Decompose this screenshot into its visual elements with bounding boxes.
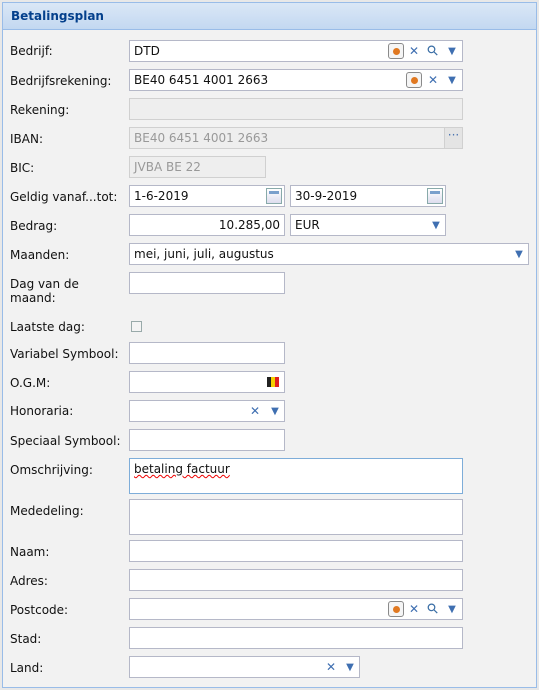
postcode-dropdown-button[interactable]: ▼	[443, 599, 461, 619]
geldig-from-field[interactable]: 1-6-2019	[129, 185, 285, 207]
chevron-down-icon: ▼	[448, 74, 456, 86]
variabel-field[interactable]	[129, 342, 285, 364]
reset-icon	[388, 601, 404, 617]
iban-more-button[interactable]: ···	[444, 128, 462, 148]
bedrijfsrekening-value: BE40 6451 4001 2663	[134, 73, 269, 87]
speciaal-label: Speciaal Symbool:	[10, 434, 121, 448]
chevron-down-icon: ▼	[432, 219, 440, 231]
bedrijfsrekening-clear-button[interactable]: ✕	[424, 70, 442, 90]
geldig-to-field[interactable]: 30-9-2019	[290, 185, 446, 207]
chevron-down-icon: ▼	[271, 405, 279, 417]
speciaal-field[interactable]	[129, 429, 285, 451]
dag-label: Dag van de maand:	[10, 277, 79, 305]
honoraria-label: Honoraria:	[10, 404, 74, 418]
chevron-down-icon: ▼	[448, 45, 456, 57]
chevron-down-icon: ▼	[448, 603, 456, 615]
chevron-down-icon: ▼	[346, 661, 354, 673]
dag-field[interactable]	[129, 272, 285, 294]
reset-icon	[388, 43, 404, 59]
bic-label: BIC:	[10, 161, 35, 175]
postcode-reset-button[interactable]	[387, 599, 405, 619]
omschrijving-label: Omschrijving:	[10, 463, 93, 477]
currency-dropdown-button[interactable]: ▼	[427, 215, 445, 235]
geldig-label: Geldig vanaf...tot:	[10, 190, 118, 204]
naam-label: Naam:	[10, 545, 50, 559]
ellipsis-icon: ···	[447, 128, 460, 142]
bedrag-value: 10.285,00	[218, 218, 280, 232]
mededeling-label: Mededeling:	[10, 504, 84, 518]
stad-label: Stad:	[10, 632, 42, 646]
honoraria-dropdown-button[interactable]: ▼	[266, 401, 284, 421]
maanden-value: mei, juni, juli, augustus	[134, 247, 274, 261]
chevron-down-icon: ▼	[515, 248, 523, 260]
naam-field[interactable]	[129, 540, 463, 562]
land-clear-button[interactable]: ✕	[322, 657, 340, 677]
land-dropdown-button[interactable]: ▼	[341, 657, 359, 677]
omschrijving-textarea[interactable]: betaling factuur	[129, 458, 463, 494]
laatste-dag-checkbox[interactable]	[131, 321, 142, 332]
postcode-search-button[interactable]: ⚲	[423, 599, 443, 619]
clear-icon: ✕	[408, 602, 420, 616]
search-icon: ⚲	[423, 599, 443, 619]
maanden-select[interactable]: mei, juni, juli, augustus	[129, 243, 529, 265]
iban-field: BE40 6451 4001 2663	[129, 127, 463, 149]
stad-field[interactable]	[129, 627, 463, 649]
bedrijf-search-button[interactable]: ⚲	[423, 41, 443, 61]
mededeling-textarea[interactable]	[129, 499, 463, 535]
ogm-field[interactable]	[129, 371, 285, 393]
clear-icon: ✕	[408, 44, 420, 58]
bic-value: JVBA BE 22	[134, 160, 201, 174]
currency-value: EUR	[295, 218, 320, 232]
clear-icon: ✕	[249, 404, 261, 418]
calendar-icon[interactable]	[266, 188, 282, 204]
geldig-from-value: 1-6-2019	[134, 189, 189, 203]
postcode-label: Postcode:	[10, 603, 69, 617]
rekening-label: Rekening:	[10, 103, 70, 117]
iban-label: IBAN:	[10, 132, 43, 146]
bedrag-label: Bedrag:	[10, 219, 58, 233]
postcode-clear-button[interactable]: ✕	[405, 599, 423, 619]
rekening-field	[129, 98, 463, 120]
adres-field[interactable]	[129, 569, 463, 591]
bedrijf-value: DTD	[134, 44, 160, 58]
bedrijf-clear-button[interactable]: ✕	[405, 41, 423, 61]
clear-icon: ✕	[325, 660, 337, 674]
belgian-flag-icon	[267, 377, 279, 387]
calendar-icon[interactable]	[427, 188, 443, 204]
laatste-dag-label: Laatste dag:	[10, 320, 85, 334]
currency-select[interactable]: EUR	[290, 214, 446, 236]
geldig-to-value: 30-9-2019	[295, 189, 358, 203]
bedrijf-dropdown-button[interactable]: ▼	[443, 41, 461, 61]
bedrijfsrekening-dropdown-button[interactable]: ▼	[443, 70, 461, 90]
clear-icon: ✕	[427, 73, 439, 87]
reset-icon	[406, 72, 422, 88]
adres-label: Adres:	[10, 574, 48, 588]
panel-title: Betalingsplan	[3, 3, 536, 30]
bic-field: JVBA BE 22	[129, 156, 266, 178]
bedrijf-reset-button[interactable]	[387, 41, 405, 61]
bedrijf-label: Bedrijf:	[10, 44, 53, 58]
maanden-dropdown-button[interactable]: ▼	[510, 244, 528, 264]
bedrijfsrekening-label: Bedrijfsrekening:	[10, 74, 112, 88]
land-label: Land:	[10, 661, 44, 675]
iban-value: BE40 6451 4001 2663	[134, 131, 269, 145]
variabel-label: Variabel Symbool:	[10, 347, 119, 361]
omschrijving-value: betaling factuur	[134, 462, 230, 476]
honoraria-clear-button[interactable]: ✕	[246, 401, 264, 421]
bedrijfsrekening-reset-button[interactable]	[405, 70, 423, 90]
bedrag-field[interactable]: 10.285,00	[129, 214, 285, 236]
ogm-label: O.G.M:	[10, 376, 51, 390]
search-icon: ⚲	[423, 41, 443, 61]
maanden-label: Maanden:	[10, 248, 70, 262]
